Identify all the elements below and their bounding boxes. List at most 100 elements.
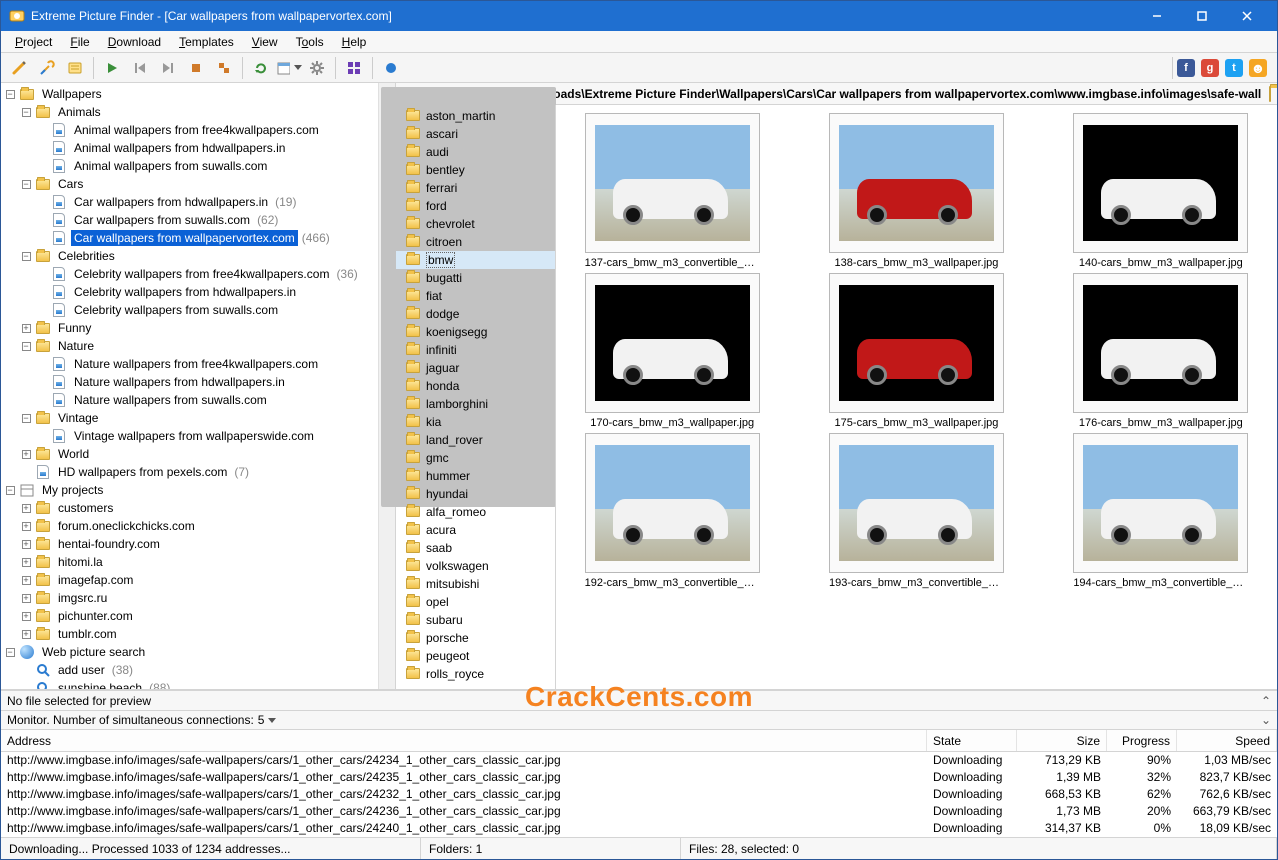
brand-folder[interactable]: jaguar [396, 359, 555, 377]
tree-node[interactable]: − Web picture search [3, 643, 378, 661]
brand-folder[interactable]: ferrari [396, 179, 555, 197]
tree-node[interactable]: − Celebrities [3, 247, 378, 265]
menu-file[interactable]: File [62, 33, 97, 51]
expander-icon[interactable]: − [19, 411, 33, 425]
expander-icon[interactable] [19, 663, 33, 677]
brand-folder[interactable]: ascari [396, 125, 555, 143]
expander-icon[interactable] [35, 123, 49, 137]
expander-icon[interactable] [35, 195, 49, 209]
brand-folder[interactable]: dodge [396, 305, 555, 323]
calendar-icon[interactable] [276, 55, 302, 81]
brand-folder[interactable]: saab [396, 539, 555, 557]
expander-icon[interactable] [35, 141, 49, 155]
col-address[interactable]: Address [1, 730, 927, 751]
tree-node[interactable]: Nature wallpapers from suwalls.com [3, 391, 378, 409]
tree-node[interactable]: − Vintage [3, 409, 378, 427]
expander-icon[interactable] [35, 213, 49, 227]
forward-icon[interactable] [155, 55, 181, 81]
brand-folder[interactable]: fiat [396, 287, 555, 305]
brand-folder[interactable]: ford [396, 197, 555, 215]
tree-node[interactable]: + imgsrc.ru [3, 589, 378, 607]
expander-icon[interactable] [35, 375, 49, 389]
tree-node[interactable]: Celebrity wallpapers from free4kwallpape… [3, 265, 378, 283]
tree-node[interactable]: Animal wallpapers from suwalls.com [3, 157, 378, 175]
folder-open-icon[interactable] [1269, 87, 1271, 101]
brand-folder[interactable]: hyundai [396, 485, 555, 503]
brand-folder[interactable]: bentley [396, 161, 555, 179]
col-progress[interactable]: Progress [1107, 730, 1177, 751]
brand-folder[interactable]: bmw [396, 251, 555, 269]
download-row[interactable]: http://www.imgbase.info/images/safe-wall… [1, 820, 1277, 837]
tree-node[interactable]: sunshine beach (88) [3, 679, 378, 689]
expander-icon[interactable] [35, 393, 49, 407]
twitter-icon[interactable]: t [1225, 59, 1243, 77]
expander-icon[interactable]: + [19, 573, 33, 587]
brand-folder[interactable]: acura [396, 521, 555, 539]
expander-icon[interactable]: − [19, 339, 33, 353]
expander-icon[interactable]: − [19, 105, 33, 119]
brand-folder[interactable]: hummer [396, 467, 555, 485]
menu-view[interactable]: View [244, 33, 286, 51]
expander-icon[interactable]: + [19, 555, 33, 569]
google-icon[interactable]: g [1201, 59, 1219, 77]
expander-icon[interactable] [35, 159, 49, 173]
expander-icon[interactable]: + [19, 447, 33, 461]
brand-folder[interactable]: koenigsegg [396, 323, 555, 341]
expander-icon[interactable]: − [19, 177, 33, 191]
brand-folder[interactable]: audi [396, 143, 555, 161]
expander-icon[interactable] [35, 303, 49, 317]
menu-project[interactable]: Project [7, 33, 60, 51]
thumbnails-icon[interactable] [341, 55, 367, 81]
brand-folder[interactable]: gmc [396, 449, 555, 467]
tree-node[interactable]: Celebrity wallpapers from hdwallpapers.i… [3, 283, 378, 301]
download-row[interactable]: http://www.imgbase.info/images/safe-wall… [1, 803, 1277, 820]
tree-node[interactable]: Nature wallpapers from hdwallpapers.in [3, 373, 378, 391]
expander-icon[interactable]: + [19, 519, 33, 533]
tree-node[interactable]: HD wallpapers from pexels.com (7) [3, 463, 378, 481]
project-tree[interactable]: − Wallpapers − Animals Animal wallpapers… [3, 85, 378, 689]
thumbnail[interactable]: 137-cars_bmw_m3_convertible_wallp... [585, 113, 760, 269]
col-state[interactable]: State [927, 730, 1017, 751]
brand-folder[interactable]: opel [396, 593, 555, 611]
expander-icon[interactable] [35, 429, 49, 443]
tree-node[interactable]: + imagefap.com [3, 571, 378, 589]
tools-icon[interactable] [34, 55, 60, 81]
menu-help[interactable]: Help [334, 33, 375, 51]
thumbnail[interactable]: 192-cars_bmw_m3_convertible_wallp... [585, 433, 760, 589]
thumbnail[interactable]: 170-cars_bmw_m3_wallpaper.jpg [585, 273, 760, 429]
close-button[interactable] [1224, 1, 1269, 31]
tree-node[interactable]: Animal wallpapers from free4kwallpapers.… [3, 121, 378, 139]
monitor-dropdown-icon[interactable] [268, 718, 276, 723]
refresh-icon[interactable] [248, 55, 274, 81]
brand-folder[interactable]: mitsubishi [396, 575, 555, 593]
tree-node[interactable]: + customers [3, 499, 378, 517]
brand-folder[interactable]: citroen [396, 233, 555, 251]
brand-folder[interactable]: volkswagen [396, 557, 555, 575]
tree-node[interactable]: Car wallpapers from hdwallpapers.in (19) [3, 193, 378, 211]
download-row[interactable]: http://www.imgbase.info/images/safe-wall… [1, 752, 1277, 769]
stop-all-icon[interactable] [211, 55, 237, 81]
tree-scrollbar[interactable] [378, 83, 395, 689]
tree-node[interactable]: + Funny [3, 319, 378, 337]
expander-icon[interactable] [19, 465, 33, 479]
tree-node[interactable]: + hentai-foundry.com [3, 535, 378, 553]
tree-node[interactable]: − Nature [3, 337, 378, 355]
col-speed[interactable]: Speed [1177, 730, 1277, 751]
menu-download[interactable]: Download [100, 33, 169, 51]
maximize-button[interactable] [1179, 1, 1224, 31]
tree-node[interactable]: + forum.oneclickchicks.com [3, 517, 378, 535]
folder-list[interactable]: aston_martinascariaudibentleyferrariford… [396, 105, 556, 689]
preview-collapse-icon[interactable]: ⌃ [1261, 694, 1271, 708]
brand-folder[interactable]: aston_martin [396, 107, 555, 125]
thumbnail[interactable]: 138-cars_bmw_m3_wallpaper.jpg [829, 113, 1004, 269]
col-size[interactable]: Size [1017, 730, 1107, 751]
thumbnail[interactable]: 175-cars_bmw_m3_wallpaper.jpg [829, 273, 1004, 429]
minimize-button[interactable] [1134, 1, 1179, 31]
brand-folder[interactable]: bugatti [396, 269, 555, 287]
menu-tools[interactable]: Tools [288, 33, 332, 51]
brand-folder[interactable]: kia [396, 413, 555, 431]
menu-templates[interactable]: Templates [171, 33, 242, 51]
download-row[interactable]: http://www.imgbase.info/images/safe-wall… [1, 786, 1277, 803]
expander-icon[interactable]: + [19, 537, 33, 551]
tree-node[interactable]: Car wallpapers from wallpapervortex.com … [3, 229, 378, 247]
